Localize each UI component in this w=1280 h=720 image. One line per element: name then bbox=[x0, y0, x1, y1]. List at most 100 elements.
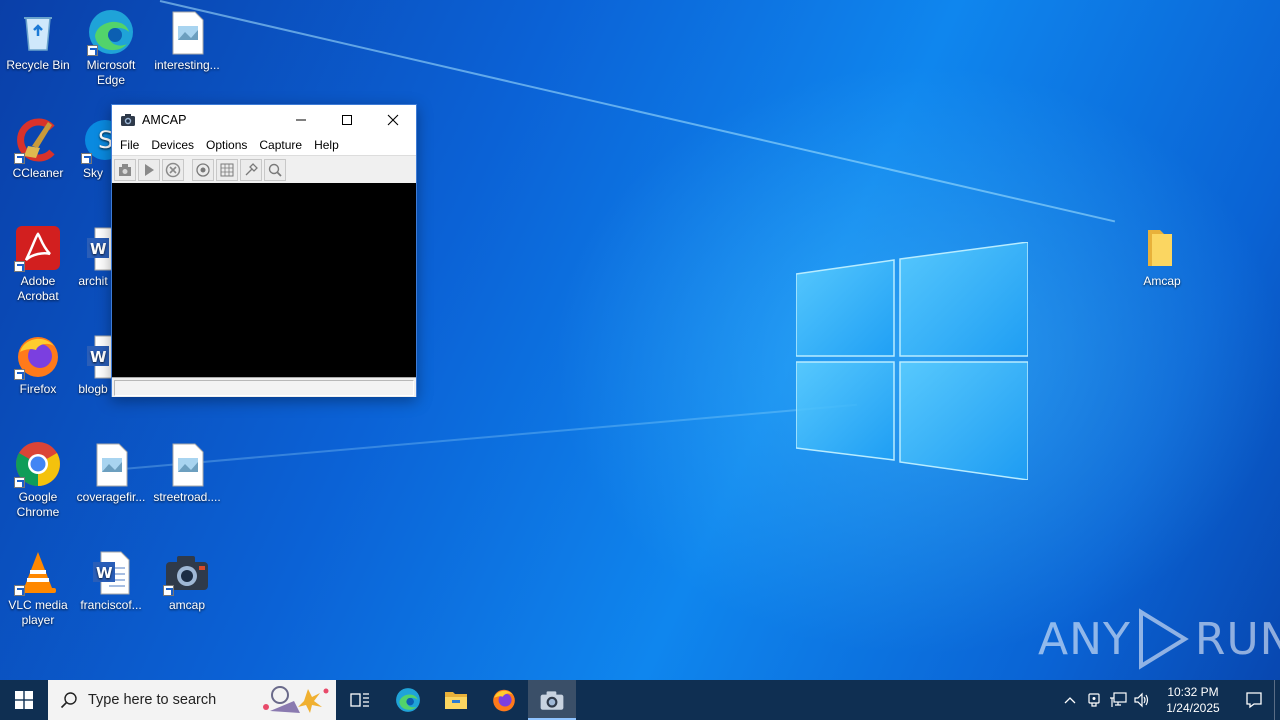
svg-text:W: W bbox=[90, 240, 107, 258]
desktop-icon-label: archit bbox=[78, 274, 108, 288]
search-highlight-icon bbox=[263, 686, 329, 713]
desktop-icon-ccleaner[interactable]: CCleaner bbox=[0, 116, 76, 181]
edge-icon bbox=[396, 688, 420, 712]
desktop-icon-label: Google Chrome bbox=[16, 490, 60, 519]
minimize-button[interactable] bbox=[278, 105, 324, 135]
desktop-icon-interesting[interactable]: interesting... bbox=[149, 8, 225, 73]
svg-text:W: W bbox=[96, 564, 113, 582]
shortcut-arrow-icon bbox=[87, 45, 98, 56]
window-title: AMCAP bbox=[142, 113, 187, 127]
desktop-icon-label: Recycle Bin bbox=[6, 58, 70, 72]
zoom-button[interactable] bbox=[264, 158, 286, 181]
search-icon bbox=[60, 692, 77, 709]
status-bar bbox=[112, 377, 416, 397]
taskbar-file-explorer[interactable] bbox=[432, 680, 480, 720]
desktop-icon-label: streetroad.... bbox=[153, 490, 221, 504]
capture-button[interactable] bbox=[114, 158, 136, 181]
start-button[interactable] bbox=[0, 680, 48, 720]
camera-icon bbox=[163, 548, 211, 596]
tray-network-button[interactable] bbox=[1106, 680, 1130, 720]
menu-bar: File Devices Options Capture Help bbox=[112, 135, 416, 155]
watermark-text-left: ANY bbox=[1038, 613, 1131, 665]
windows-start-icon bbox=[15, 691, 33, 709]
menu-capture[interactable]: Capture bbox=[254, 138, 309, 152]
desktop-icon-label: Microsoft Edge bbox=[86, 58, 136, 87]
desktop-icon-recycle-bin[interactable]: Recycle Bin bbox=[0, 8, 76, 73]
grid-button[interactable] bbox=[216, 158, 238, 181]
desktop-icon-label: Amcap bbox=[1143, 274, 1181, 288]
taskbar-firefox[interactable] bbox=[480, 680, 528, 720]
shortcut-arrow-icon bbox=[14, 153, 25, 164]
shortcut-arrow-icon bbox=[81, 153, 92, 164]
system-tray: 10:32 PM 1/24/2025 bbox=[1058, 680, 1280, 720]
close-button[interactable] bbox=[370, 105, 416, 135]
desktop-icon-streetroad[interactable]: streetroad.... bbox=[149, 440, 225, 505]
desktop-icon-archit[interactable]: W archit bbox=[73, 224, 113, 289]
show-desktop-button[interactable] bbox=[1274, 680, 1280, 720]
tray-overflow-button[interactable] bbox=[1058, 680, 1082, 720]
preview-button[interactable] bbox=[192, 158, 214, 181]
svg-text:W: W bbox=[90, 348, 107, 366]
desktop-icon-franciscof[interactable]: W franciscof... bbox=[73, 548, 149, 613]
menu-devices[interactable]: Devices bbox=[146, 138, 201, 152]
watermark-text-right: RUN bbox=[1194, 613, 1280, 665]
shortcut-arrow-icon bbox=[14, 477, 25, 488]
tray-volume-button[interactable] bbox=[1130, 680, 1154, 720]
desktop-icon-skype[interactable]: S Sky bbox=[73, 116, 113, 181]
desktop-icon-blogb[interactable]: W blogb bbox=[73, 332, 113, 397]
desktop-icon-amcap[interactable]: amcap bbox=[149, 548, 225, 613]
tools-button[interactable] bbox=[240, 158, 262, 181]
network-icon bbox=[1110, 692, 1127, 707]
chrome-icon bbox=[14, 440, 62, 488]
search-placeholder: Type here to search bbox=[88, 692, 217, 708]
tray-device-button[interactable] bbox=[1082, 680, 1106, 720]
play-button[interactable] bbox=[138, 158, 160, 181]
firefox-icon bbox=[493, 689, 515, 712]
close-icon bbox=[387, 114, 399, 126]
desktop-icon-label: amcap bbox=[168, 598, 206, 612]
image-file-icon bbox=[87, 440, 135, 488]
anyrun-watermark: ANY RUN bbox=[1038, 608, 1280, 670]
desktop-icon-label: Firefox bbox=[19, 382, 57, 396]
shortcut-arrow-icon bbox=[14, 585, 25, 596]
desktop-icon-coveragefir[interactable]: coveragefir... bbox=[73, 440, 149, 505]
status-panel bbox=[114, 380, 414, 396]
video-preview-area bbox=[112, 183, 416, 377]
skype-icon: S bbox=[81, 116, 113, 164]
menu-help[interactable]: Help bbox=[309, 138, 346, 152]
desktop-icon-acrobat[interactable]: Adobe Acrobat bbox=[0, 224, 76, 304]
title-bar[interactable]: AMCAP bbox=[112, 105, 416, 135]
shortcut-arrow-icon bbox=[14, 369, 25, 380]
notification-center-button[interactable] bbox=[1234, 680, 1274, 720]
firefox-icon bbox=[14, 332, 62, 380]
desktop-icon-vlc[interactable]: VLC media player bbox=[0, 548, 76, 628]
taskbar-edge[interactable] bbox=[384, 680, 432, 720]
desktop-icon-amcap-folder[interactable]: Amcap bbox=[1124, 224, 1200, 289]
desktop-icon-label: VLC media player bbox=[8, 598, 68, 627]
volume-icon bbox=[1134, 692, 1149, 708]
folder-icon bbox=[1138, 224, 1186, 272]
menu-options[interactable]: Options bbox=[201, 138, 254, 152]
device-icon bbox=[1088, 693, 1100, 707]
edge-icon bbox=[87, 8, 135, 56]
taskbar-task-view[interactable] bbox=[336, 680, 384, 720]
ccleaner-icon bbox=[14, 116, 62, 164]
windows-logo bbox=[796, 242, 1028, 480]
desktop-icon-firefox[interactable]: Firefox bbox=[0, 332, 76, 397]
menu-file[interactable]: File bbox=[115, 138, 146, 152]
taskbar-clock[interactable]: 10:32 PM 1/24/2025 bbox=[1158, 684, 1228, 716]
desktop-icon-chrome[interactable]: Google Chrome bbox=[0, 440, 76, 520]
taskbar-search-box[interactable]: Type here to search bbox=[48, 680, 336, 720]
file-explorer-icon bbox=[445, 692, 467, 709]
capture-icon bbox=[119, 163, 131, 176]
desktop-icon-label: interesting... bbox=[154, 58, 220, 72]
desktop-icon-label: CCleaner bbox=[12, 166, 64, 180]
notification-icon bbox=[1246, 692, 1262, 709]
maximize-button[interactable] bbox=[324, 105, 370, 135]
stop-button[interactable] bbox=[162, 158, 184, 181]
desktop-icon-label: franciscof... bbox=[80, 598, 142, 612]
taskbar-amcap[interactable] bbox=[528, 680, 576, 720]
amcap-window[interactable]: AMCAP File Devices Options Capture Help bbox=[111, 104, 417, 397]
shortcut-arrow-icon bbox=[163, 585, 174, 596]
desktop-icon-edge[interactable]: Microsoft Edge bbox=[73, 8, 149, 88]
